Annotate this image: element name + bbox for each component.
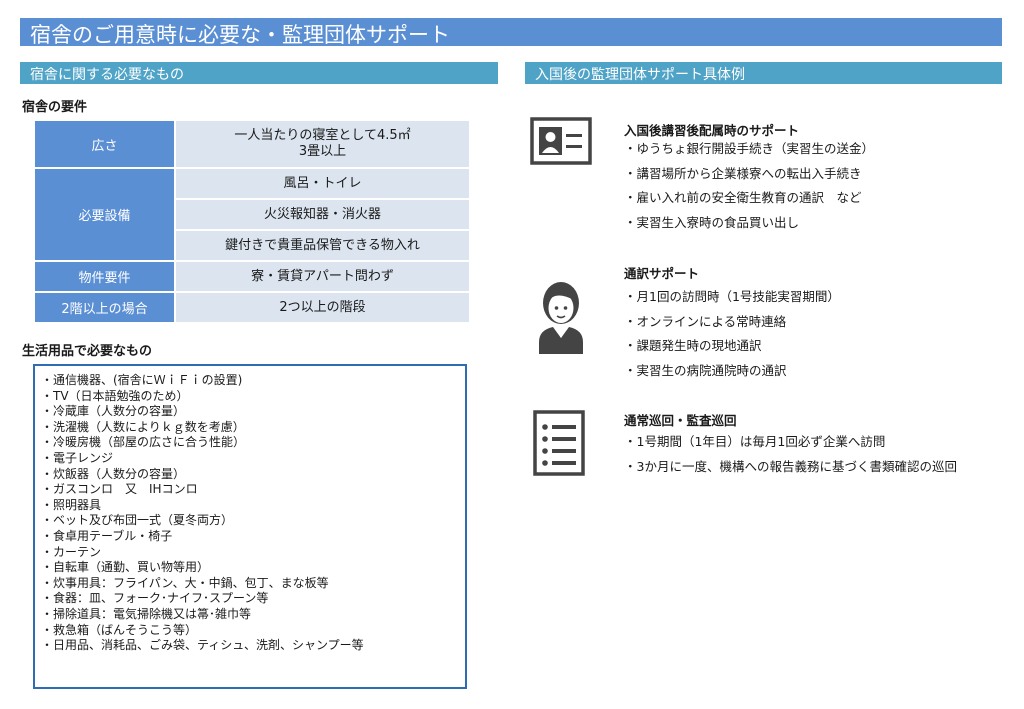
list-item: ・課題発生時の現地通訳 [624,338,762,353]
list-item: ・オンラインによる常時連絡 [624,313,787,329]
list-item: ・洗濯機（人数によりｋｇ数を考慮） [41,419,245,434]
equipment-item: 風呂・トイレ [174,167,471,200]
space-line2: 3畳以上 [298,144,347,159]
equipment-item: 鍵付きで貴重品保管できる物入れ [174,229,471,262]
group-support-list: ・ゆうちょ銀行開設手続き（実習生の送金） ・講習場所から企業様寮への転出入手続き… [624,137,874,235]
list-item: ・ベット及び布団一式（夏冬両方） [41,513,234,528]
list-item: ・ガスコンロ 又 IHコンロ [41,482,198,497]
equipment-label: 必要設備 [33,167,176,262]
equipment-item: 火災報知器・消火器 [174,198,471,231]
property-label: 物件要件 [33,260,176,293]
right-section-header: 入国後の監理団体サポート具体例 [525,62,1002,84]
list-item: ・炊飯器（人数分の容量） [41,466,186,481]
interpreter-icon [539,282,583,354]
left-section-title: 宿舎に関する必要なもの [30,67,184,83]
list-item: ・1号期間（1年目）は毎月1回必ず企業へ訪問 [624,434,886,449]
list-item: ・電子レンジ [41,450,114,465]
list-item: ・冷暖房機（部屋の広さに合う性能） [41,435,246,450]
list-item: ・掃除道具：電気掃除機又は箒･雑巾等 [41,606,252,621]
list-item: ・雇い入れ前の安全衛生教育の通訳 など [624,190,862,205]
property-value: 寮・賃貸アパート問わず [174,260,471,293]
floors-value: 2つ以上の階段 [174,291,471,324]
title-bar: 宿舎のご用意時に必要な・監理団体サポート [20,18,1002,47]
space-line1: 一人当たりの寝室として4.5㎡ [234,128,411,143]
group-patrol-list: ・1号期間（1年目）は毎月1回必ず企業へ訪問 ・3か月に一度、機構への報告義務に… [624,430,957,479]
list-item: ・炊事用具：フライパン、大・中鍋、包丁、まな板等 [41,575,329,590]
space-label: 広さ [33,119,176,169]
list-item: ・カーテン [41,544,102,559]
list-item: ・食器：皿、フォーク･ナイフ･スプーン等 [41,591,269,606]
group-interpretation-title: 通訳サポート [624,266,700,281]
list-item: ・自転車（通勤、買い物等用） [41,560,210,575]
list-item: ・通信機器、(宿舎にＷｉＦｉの設置) [41,373,243,387]
goods-list-box: ・通信機器、(宿舎にＷｉＦｉの設置) ・TV（日本語勉強のため） ・冷蔵庫（人数… [33,364,467,689]
goods-title: 生活用品で必要なもの [22,344,153,359]
floors-label: 2階以上の場合 [33,291,176,324]
requirements-title: 宿舎の要件 [22,100,88,115]
list-item: ・照明器具 [41,497,102,512]
list-item: ・日用品、消耗品、ごみ袋、ティシュ、洗剤、シャンプー等 [41,638,364,653]
list-item: ・冷蔵庫（人数分の容量） [41,404,186,419]
list-item: ・実習生入寮時の食品買い出し [624,214,800,230]
group-patrol-title: 通常巡回・監査巡回 [624,413,737,428]
space-value: 一人当たりの寝室として4.5㎡ 3畳以上 [174,119,471,169]
list-item: ・救急箱（ばんそうこう等） [41,622,198,637]
left-section-header: 宿舎に関する必要なもの [20,62,498,84]
goods-list: ・通信機器、(宿舎にＷｉＦｉの設置) ・TV（日本語勉強のため） ・冷蔵庫（人数… [35,366,465,654]
right-section-title: 入国後の監理団体サポート具体例 [535,67,745,83]
list-item: ・ゆうちょ銀行開設手続き（実習生の送金） [624,141,875,156]
page-title: 宿舎のご用意時に必要な・監理団体サポート [30,23,450,47]
list-item: ・講習場所から企業様寮への転出入手続き [624,165,862,181]
list-item: ・3か月に一度、機構への報告義務に基づく書類確認の巡回 [624,458,957,474]
list-item: ・実習生の病院通院時の通訳 [624,362,787,378]
list-item: ・食卓用テーブル・椅子 [41,528,173,543]
group-interpretation-list: ・月1回の訪問時（1号技能実習期間） ・オンラインによる常時連絡 ・課題発生時の… [624,285,840,383]
list-item: ・月1回の訪問時（1号技能実習期間） [624,289,840,304]
requirements-table: 広さ 一人当たりの寝室として4.5㎡ 3畳以上 必要設備 風呂・トイレ 火災報知… [33,119,471,324]
list-item: ・TV（日本語勉強のため） [41,388,189,403]
checklist-icon [533,410,585,476]
id-card-icon [530,117,592,165]
